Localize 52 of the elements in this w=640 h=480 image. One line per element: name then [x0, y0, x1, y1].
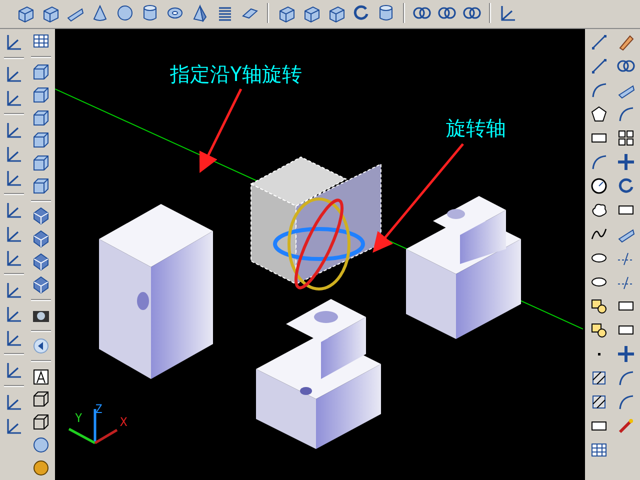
- annotation-label: 指定沿Y轴旋转: [170, 61, 302, 88]
- cube-icon[interactable]: [31, 152, 51, 173]
- cube-icon[interactable]: [31, 108, 51, 128]
- axes-icon[interactable]: [4, 328, 24, 348]
- axes-icon[interactable]: [4, 120, 24, 140]
- axes-icon[interactable]: [4, 64, 24, 84]
- arc-icon[interactable]: [589, 80, 609, 100]
- axes-icon[interactable]: [4, 200, 24, 220]
- ball-icon[interactable]: [31, 458, 51, 478]
- axes-icon[interactable]: [4, 304, 24, 324]
- frame-icon[interactable]: [31, 366, 51, 387]
- arc-icon[interactable]: [616, 392, 636, 412]
- wirecube-icon[interactable]: [31, 389, 51, 410]
- sphere-icon[interactable]: [115, 3, 135, 23]
- axes-icon[interactable]: [4, 224, 24, 244]
- axes-icon[interactable]: [4, 416, 24, 436]
- axes-icon[interactable]: [4, 392, 24, 412]
- axes-icon[interactable]: [4, 168, 24, 188]
- axis-label: X: [120, 415, 128, 429]
- sphere-icon[interactable]: [31, 434, 51, 455]
- axis-label: Z: [95, 402, 102, 416]
- cube-icon[interactable]: [31, 62, 51, 82]
- gem-icon[interactable]: [31, 229, 51, 250]
- axes-icon[interactable]: [4, 144, 24, 164]
- axes-icon[interactable]: [4, 280, 24, 300]
- move-icon[interactable]: [616, 344, 636, 364]
- cube-icon[interactable]: [31, 130, 51, 150]
- arc-icon[interactable]: [616, 104, 636, 124]
- polygon-icon[interactable]: [589, 104, 609, 124]
- axes-icon[interactable]: [498, 3, 518, 23]
- arc-icon[interactable]: [589, 152, 609, 172]
- cube-icon[interactable]: [31, 176, 51, 196]
- back-icon[interactable]: [31, 336, 51, 356]
- axes-icon[interactable]: [4, 32, 24, 52]
- grid-icon[interactable]: [616, 128, 636, 148]
- annotation-label: 旋转轴: [446, 115, 506, 142]
- circle-icon[interactable]: [589, 176, 609, 196]
- axes-icon[interactable]: [4, 248, 24, 268]
- rotate-icon[interactable]: [616, 176, 636, 196]
- cube-icon[interactable]: [31, 84, 51, 105]
- axes-icon[interactable]: [4, 360, 24, 380]
- axes-icon[interactable]: [4, 88, 24, 108]
- gem-icon[interactable]: [31, 206, 51, 226]
- line-icon[interactable]: [589, 56, 609, 76]
- wirecube-icon[interactable]: [31, 412, 51, 432]
- rotate-icon[interactable]: [351, 3, 371, 23]
- arc-icon[interactable]: [616, 368, 636, 388]
- line-icon[interactable]: [589, 32, 609, 52]
- move-icon[interactable]: [616, 152, 636, 172]
- axis-label: Y: [75, 411, 82, 425]
- gem-icon[interactable]: [31, 274, 51, 295]
- gem-icon[interactable]: [31, 252, 51, 272]
